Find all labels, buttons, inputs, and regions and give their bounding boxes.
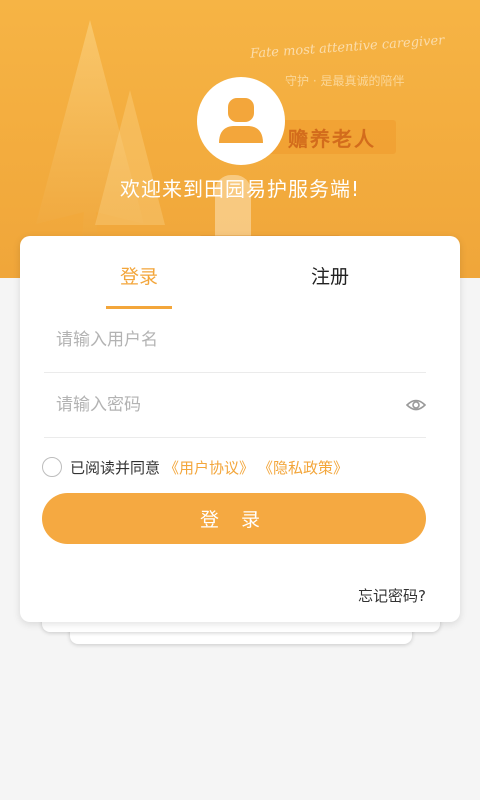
user-avatar-icon (219, 98, 263, 143)
username-input[interactable] (44, 308, 386, 372)
username-field (44, 308, 426, 373)
welcome-title: 欢迎来到田园易护服务端! (119, 177, 361, 201)
forgot-password-link[interactable]: 忘记密码? (358, 585, 426, 606)
agreement-row: 已阅读并同意 《用户协议》 《隐私政策》 (42, 455, 348, 479)
login-card: 登录 注册 已阅读并同意 《用户协议》 《隐私政策》 登 录 忘记密码? (20, 236, 460, 622)
privacy-policy-link[interactable]: 《隐私政策》 (258, 457, 348, 478)
agree-checkbox[interactable] (42, 457, 62, 477)
avatar (197, 77, 285, 165)
tab-login[interactable]: 登录 (64, 262, 214, 289)
user-agreement-link[interactable]: 《用户协议》 (164, 457, 254, 478)
banner-slogan: 守护 · 是最真诚的陪伴 (285, 74, 405, 88)
banner-label: 赡养老人 (268, 120, 396, 154)
banner-script-text: Fate most attentive caregiver (249, 33, 445, 62)
tab-register[interactable]: 注册 (255, 262, 405, 289)
login-button[interactable]: 登 录 (42, 493, 426, 544)
eye-icon[interactable] (406, 395, 426, 415)
agree-text: 已阅读并同意 (70, 458, 161, 477)
password-input[interactable] (44, 373, 386, 437)
password-field (44, 373, 426, 438)
